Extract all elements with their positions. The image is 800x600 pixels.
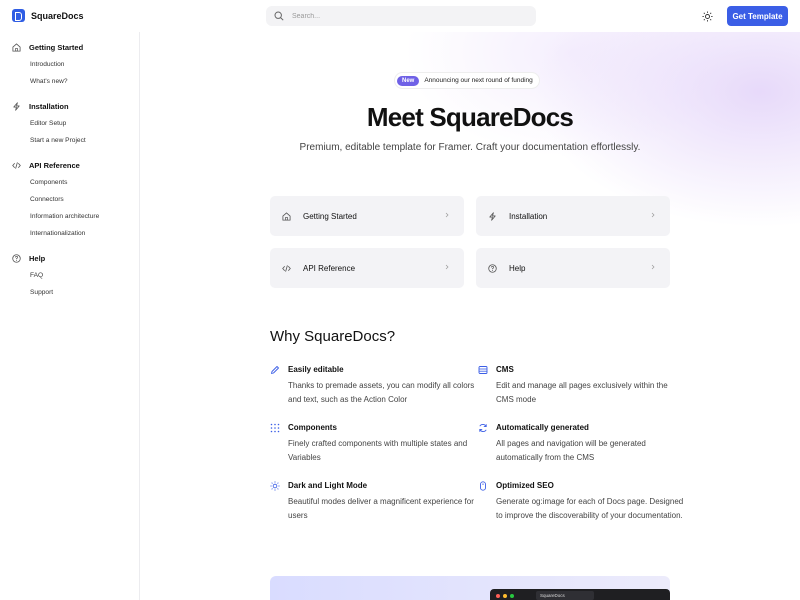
get-template-button[interactable]: Get Template [727,6,788,26]
code-icon [12,161,21,169]
feature-description: Thanks to premade assets, you can modify… [288,381,475,404]
sidebar-link-new-project[interactable]: Start a new Project [30,137,86,144]
app-preview-image: SquareDocs [270,576,670,600]
sun-icon [701,10,713,22]
window-controls [496,594,514,598]
help-circle-icon [12,253,21,263]
sidebar-section-title: Getting Started [29,42,84,52]
chevron-right-icon [651,264,655,270]
search-bar[interactable] [266,6,536,26]
sidebar-item-api-reference[interactable]: API Reference [0,158,140,172]
sun-icon [270,481,280,491]
main-content: New Announcing our next round of funding… [140,32,800,600]
home-icon [282,211,291,221]
feature-optimized-seo: Optimized SEO Generate og:image for each… [480,481,686,523]
sidebar-link-support[interactable]: Support [30,289,53,296]
feature-title: Easily editable [288,365,344,374]
search-input[interactable] [292,12,492,20]
sidebar-section-help: Help FAQ Support [0,251,140,296]
sidebar-item-help[interactable]: Help [0,251,140,265]
sidebar-section-getting-started: Getting Started Introduction What's new? [0,40,140,85]
theme-toggle-button[interactable] [700,9,714,23]
card-label: API Reference [303,263,356,273]
refresh-icon [479,424,487,432]
database-icon [478,366,488,374]
card-help[interactable]: Help [476,248,670,288]
preview-tab: SquareDocs [536,591,594,600]
sidebar-link-whats-new[interactable]: What's new? [30,78,68,85]
card-label: Installation [509,211,548,221]
feature-title: Dark and Light Mode [288,481,368,490]
feature-dark-light-mode: Dark and Light Mode Beautiful modes deli… [270,481,478,523]
sidebar-section-installation: Installation Editor Setup Start a new Pr… [0,99,140,144]
feature-title: CMS [496,365,514,374]
feature-title: Optimized SEO [496,481,554,490]
announcement-pill[interactable]: New Announcing our next round of funding [395,73,539,88]
feature-title: Automatically generated [496,423,589,432]
feature-description: Edit and manage all pages exclusively wi… [496,381,668,404]
seo-icon [480,481,486,491]
chevron-right-icon [651,212,655,218]
feature-description: All pages and navigation will be generat… [496,439,646,462]
grid-icon [270,423,280,433]
sidebar-section-api-reference: API Reference Components Connectors Info… [0,158,140,237]
card-label: Help [509,263,526,273]
feature-cms: CMS Edit and manage all pages exclusivel… [478,365,686,407]
sidebar-item-getting-started[interactable]: Getting Started [0,40,140,54]
sidebar-section-title: Help [29,253,46,263]
feature-description: Beautiful modes deliver a magnificent ex… [288,497,474,520]
minimize-dot [503,594,507,598]
sidebar-link-editor-setup[interactable]: Editor Setup [30,120,66,127]
brand-logo[interactable]: SquareDocs [12,9,84,22]
lightning-icon [489,211,496,221]
brand-name: SquareDocs [31,10,84,21]
why-section-title: Why SquareDocs? [270,328,396,345]
close-dot [496,594,500,598]
preview-tab-label: SquareDocs [540,593,565,598]
sidebar-link-components[interactable]: Components [30,179,67,186]
home-icon [12,42,21,52]
new-badge: New [397,75,420,86]
hero-subtitle: Premium, editable template for Framer. C… [299,142,641,153]
feature-components: Components Finely crafted components wit… [270,423,478,465]
search-icon [274,11,284,21]
chevron-right-icon [445,264,449,270]
sidebar: Getting Started Introduction What's new?… [0,32,140,600]
card-api-reference[interactable]: API Reference [270,248,464,288]
announcement-text: Announcing our next round of funding [424,77,533,84]
feature-title: Components [288,423,337,432]
card-label: Getting Started [303,211,357,221]
top-header: SquareDocs Get Template [0,0,800,32]
maximize-dot [510,594,514,598]
sidebar-link-information-architecture[interactable]: Information architecture [30,213,99,220]
feature-description: Generate og:image for each of Docs page.… [496,497,684,520]
logo-icon [12,9,25,22]
card-getting-started[interactable]: Getting Started [270,196,464,236]
sidebar-link-introduction[interactable]: Introduction [30,61,64,68]
chevron-right-icon [445,212,449,218]
feature-description: Finely crafted components with multiple … [288,439,468,462]
help-circle-icon [488,263,497,273]
sidebar-section-title: API Reference [29,160,80,170]
sidebar-item-installation[interactable]: Installation [0,99,140,113]
sidebar-link-internationalization[interactable]: Internationalization [30,230,85,237]
sidebar-section-title: Installation [29,101,69,111]
card-installation[interactable]: Installation [476,196,670,236]
preview-window: SquareDocs [490,589,670,600]
sidebar-link-connectors[interactable]: Connectors [30,196,64,203]
code-icon [282,264,291,272]
hero-title: Meet SquareDocs [366,102,574,132]
lightning-icon [13,101,20,111]
feature-automatically-generated: Automatically generated All pages and na… [479,423,686,465]
pencil-icon [271,366,279,374]
feature-easily-editable: Easily editable Thanks to premade assets… [271,365,478,407]
sidebar-link-faq[interactable]: FAQ [30,272,43,279]
